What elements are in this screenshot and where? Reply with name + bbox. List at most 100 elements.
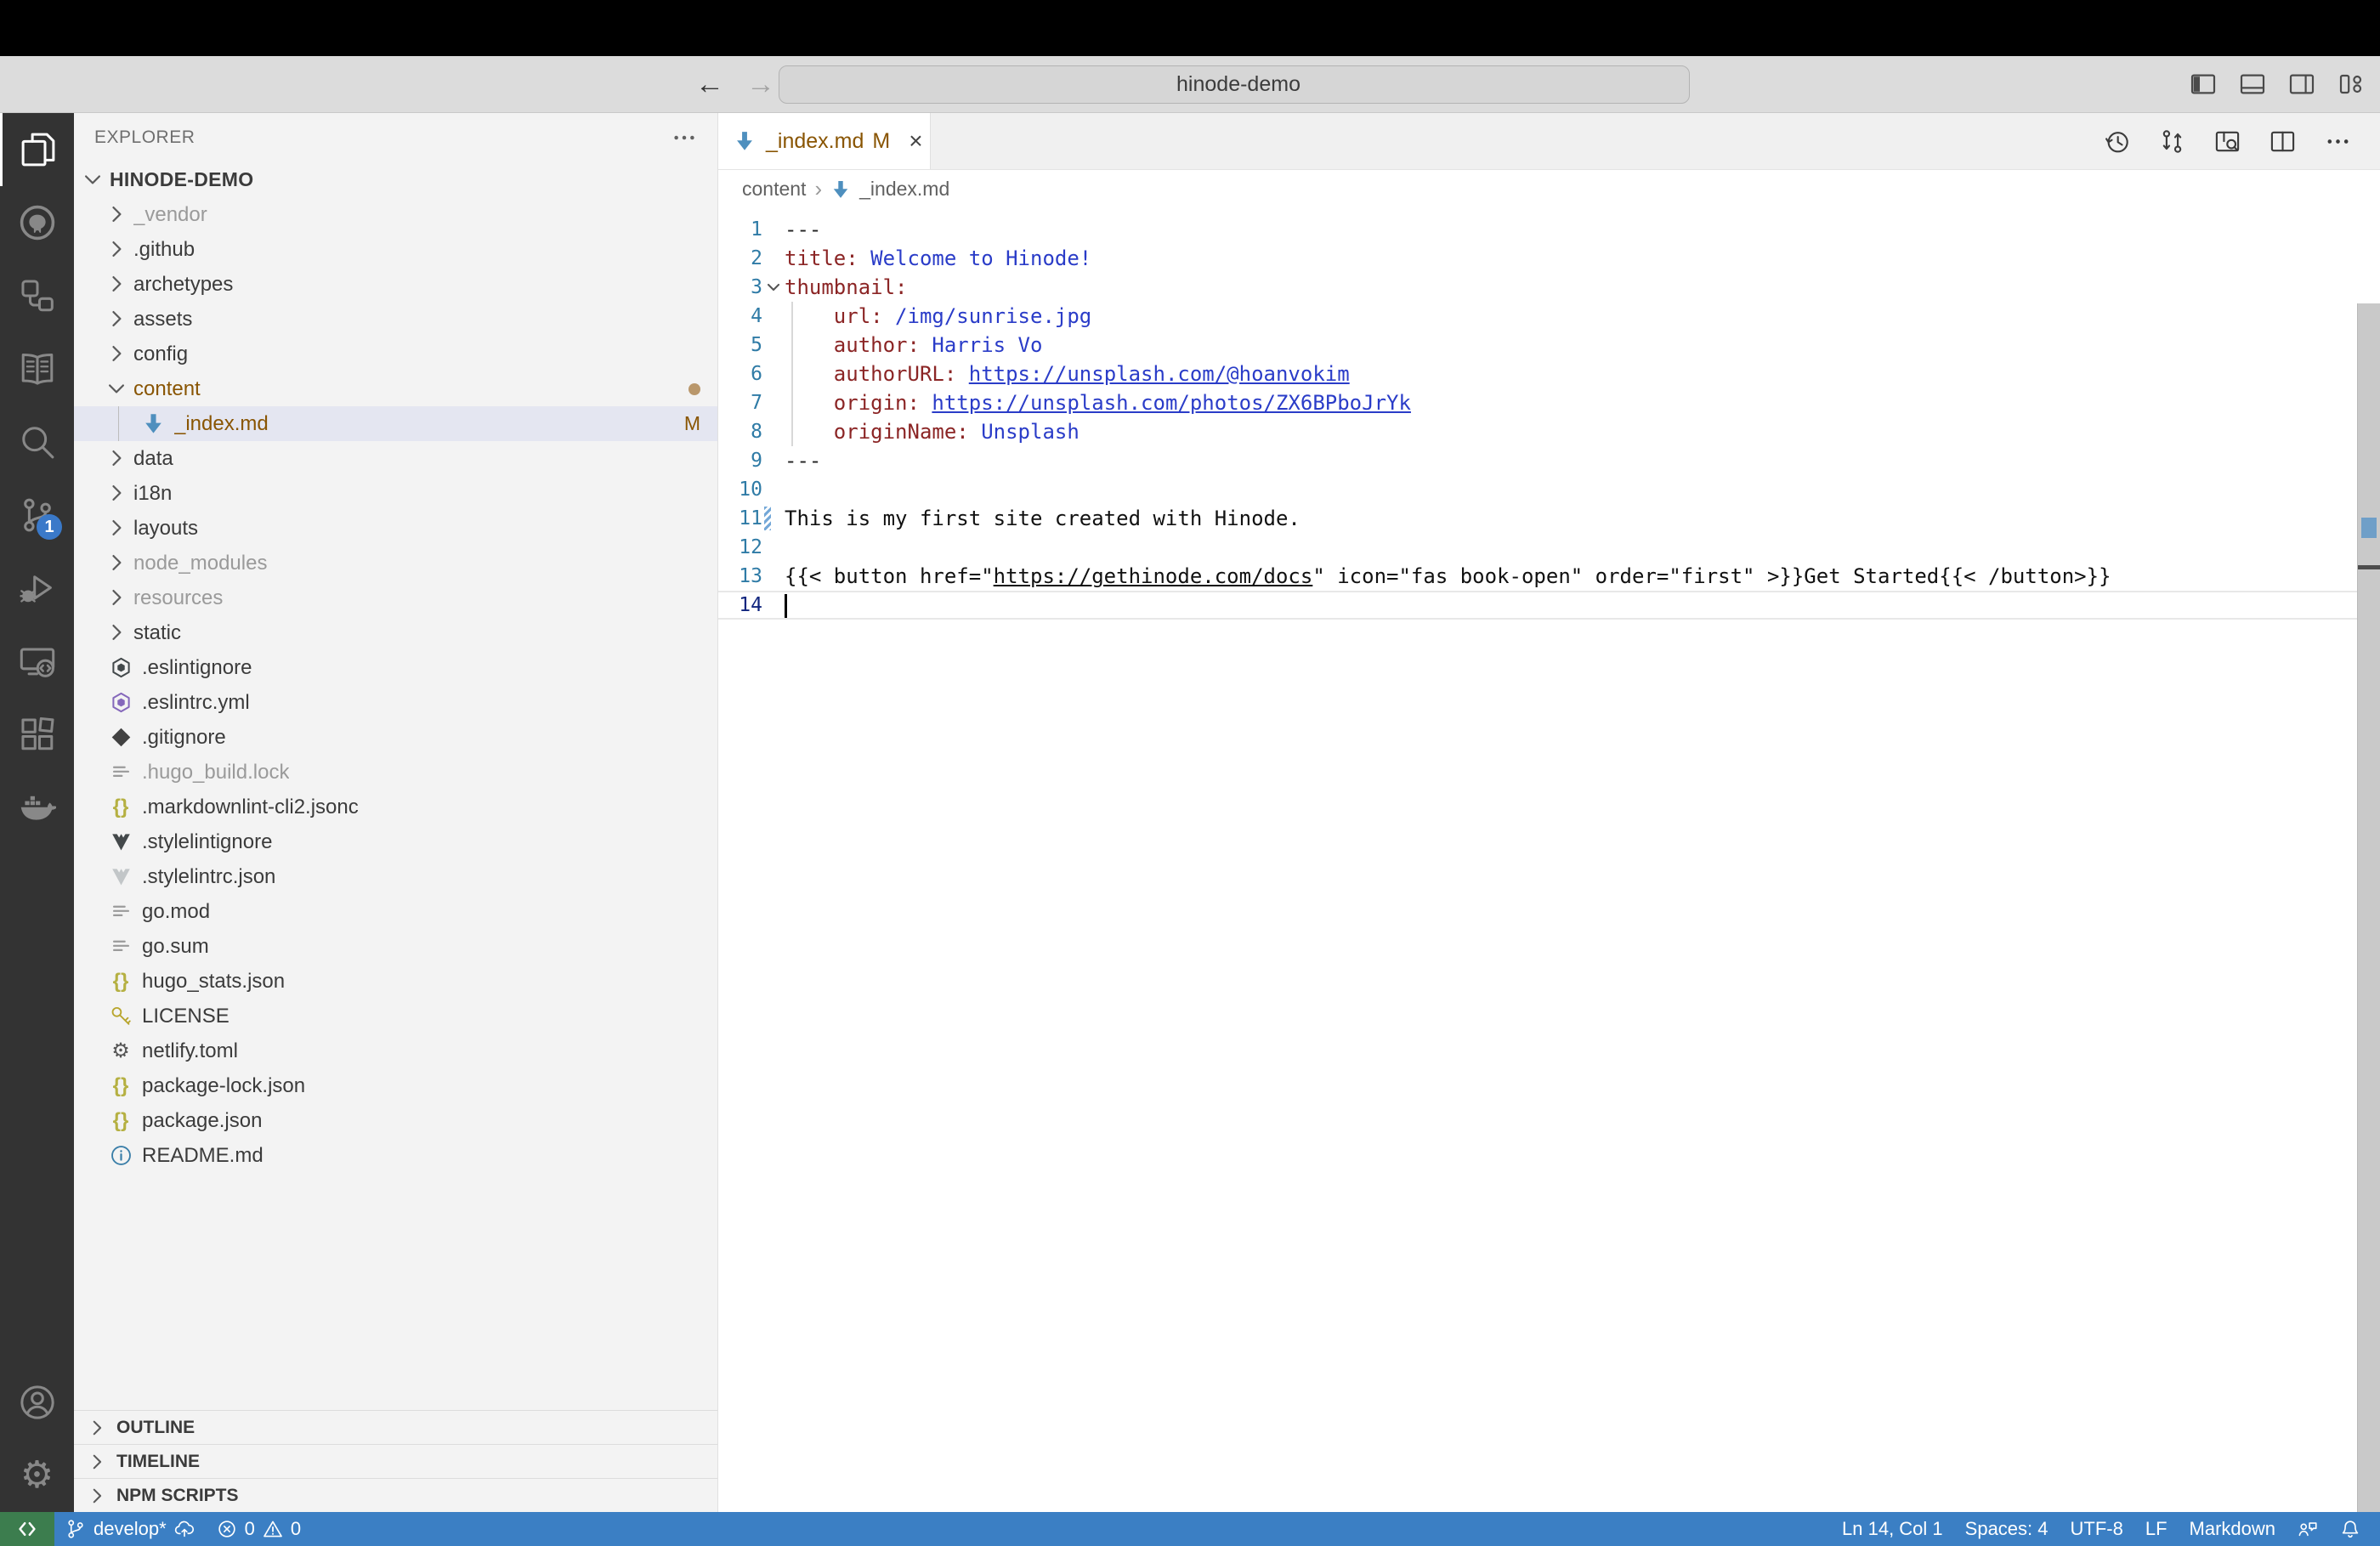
status-problems[interactable]: 00 — [206, 1512, 313, 1546]
activity-settings-button[interactable]: ⚙ — [0, 1439, 74, 1512]
tree-item[interactable]: data — [74, 441, 717, 476]
tree-item[interactable]: resources — [74, 580, 717, 615]
code-line[interactable]: 9 --- — [718, 446, 2380, 475]
more-actions-button[interactable] — [2325, 128, 2351, 155]
panel-npm-scripts[interactable]: NPM SCRIPTS — [74, 1478, 717, 1512]
code-line[interactable]: 11 This is my first site created with Hi… — [718, 504, 2380, 533]
code-editor[interactable]: 1 --- 2 title: Welcome to Hinode! 3 thum… — [718, 208, 2380, 1512]
customize-layout-button[interactable] — [2338, 71, 2365, 98]
activity-docker-button[interactable] — [0, 771, 74, 844]
tree-item[interactable]: assets — [74, 302, 717, 337]
activity-extensions-button[interactable] — [0, 698, 74, 771]
tree-item[interactable]: LICENSE — [74, 999, 717, 1033]
activity-explorer-button[interactable] — [0, 113, 74, 186]
tree-item[interactable]: _index.mdM — [74, 406, 717, 441]
tree-item[interactable]: {}.markdownlint-cli2.jsonc — [74, 790, 717, 824]
split-editor-button[interactable] — [2270, 128, 2296, 155]
nav-back-button[interactable]: ← — [695, 70, 724, 99]
toggle-panel-button[interactable] — [2239, 71, 2266, 98]
code-line[interactable]: 10 — [718, 475, 2380, 504]
gear-glyph-icon: ⚙ — [108, 1041, 133, 1062]
status-cursor-position[interactable]: Ln 14, Col 1 — [1831, 1512, 1954, 1546]
panel-outline[interactable]: OUTLINE — [74, 1410, 717, 1444]
eslint-icon — [108, 656, 133, 679]
nav-forward-button[interactable]: → — [746, 70, 775, 99]
remote-indicator-button[interactable] — [0, 1512, 54, 1546]
tree-item[interactable]: .eslintignore — [74, 650, 717, 685]
activity-run-debug-button[interactable] — [0, 552, 74, 625]
line-number: 10 — [718, 479, 762, 501]
tree-root-folder[interactable]: HINODE-DEMO — [74, 162, 717, 197]
code-line[interactable]: 7 origin: https://unsplash.com/photos/ZX… — [718, 388, 2380, 417]
tree-item[interactable]: archetypes — [74, 267, 717, 302]
tree-item[interactable]: README.md — [74, 1138, 717, 1173]
status-branch-status[interactable]: develop* — [54, 1512, 206, 1546]
tree-item[interactable]: i18n — [74, 476, 717, 511]
github-icon — [19, 204, 56, 241]
tree-item[interactable]: {}package.json — [74, 1103, 717, 1138]
code-line[interactable]: 14 — [718, 591, 2380, 620]
tree-item[interactable]: static — [74, 615, 717, 650]
code-line[interactable]: 6 authorURL: https://unsplash.com/@hoanv… — [718, 360, 2380, 388]
tree-item[interactable]: .hugo_build.lock — [74, 755, 717, 790]
tree-item[interactable]: .stylelintrc.json — [74, 859, 717, 894]
open-changes-button[interactable] — [2159, 128, 2185, 155]
panel-timeline[interactable]: TIMELINE — [74, 1444, 717, 1478]
tab-close-button[interactable]: × — [909, 129, 922, 153]
editor-scrollbar[interactable] — [2357, 303, 2380, 1512]
tree-item[interactable]: content — [74, 371, 717, 406]
activity-github-button[interactable] — [0, 186, 74, 259]
command-center-search[interactable]: hinode-demo — [779, 65, 1690, 104]
tree-item[interactable]: config — [74, 337, 717, 371]
chevron-right-icon — [105, 272, 130, 297]
tree-item[interactable]: go.mod — [74, 894, 717, 929]
activity-remote-explorer-button[interactable] — [0, 625, 74, 698]
breadcrumb[interactable]: content › _index.md — [718, 170, 2380, 208]
code-line[interactable]: 13 {{< button href="https://gethinode.co… — [718, 562, 2380, 591]
git-branch-icon — [65, 1519, 86, 1539]
tree-item[interactable]: .eslintrc.yml — [74, 685, 717, 720]
activity-docs-view-button[interactable] — [0, 332, 74, 405]
toggle-primary-sidebar-button[interactable] — [2190, 71, 2217, 98]
sidebar-title: EXPLORER — [94, 127, 195, 148]
views-and-more-actions-button[interactable] — [672, 125, 697, 150]
code-line[interactable]: 4 url: /img/sunrise.jpg — [718, 302, 2380, 331]
code-line[interactable]: 3 thumbnail: — [718, 273, 2380, 302]
status-indentation[interactable]: Spaces: 4 — [1954, 1512, 2060, 1546]
tree-item[interactable]: .stylelintignore — [74, 824, 717, 859]
tree-item[interactable]: .gitignore — [74, 720, 717, 755]
breadcrumb-separator: › — [814, 176, 822, 202]
code-line[interactable]: 1 --- — [718, 215, 2380, 244]
code-line[interactable]: 8 originName: Unsplash — [718, 417, 2380, 446]
status-language-mode[interactable]: Markdown — [2179, 1512, 2286, 1546]
code-line[interactable]: 12 — [718, 533, 2380, 562]
code-line[interactable]: 5 author: Harris Vo — [718, 331, 2380, 360]
tree-item[interactable]: go.sum — [74, 929, 717, 964]
chevron-right-icon — [86, 1451, 111, 1473]
toggle-secondary-sidebar-button[interactable] — [2288, 71, 2315, 98]
open-preview-button[interactable] — [2214, 128, 2241, 155]
timeline-history-button[interactable] — [2104, 128, 2130, 155]
tree-item[interactable]: _vendor — [74, 197, 717, 232]
activity-source-control-button[interactable]: 1 — [0, 479, 74, 552]
tree-item[interactable]: {}hugo_stats.json — [74, 964, 717, 999]
tree-item[interactable]: layouts — [74, 511, 717, 546]
tree-item[interactable]: node_modules — [74, 546, 717, 580]
breadcrumb-item[interactable]: _index.md — [859, 178, 949, 201]
code-line[interactable]: 2 title: Welcome to Hinode! — [718, 244, 2380, 273]
lines-icon — [108, 935, 133, 958]
chevron-right-icon — [105, 516, 130, 541]
status-encoding[interactable]: UTF-8 — [2060, 1512, 2134, 1546]
tree-item[interactable]: .github — [74, 232, 717, 267]
activity-search-button[interactable] — [0, 405, 74, 479]
activity-references-button[interactable] — [0, 259, 74, 332]
tree-item[interactable]: {}package-lock.json — [74, 1068, 717, 1103]
breadcrumb-item[interactable]: content — [742, 178, 806, 201]
tab-_index.md[interactable]: _index.md M × — [718, 113, 931, 169]
fold-chevron-icon[interactable] — [763, 277, 784, 297]
activity-accounts-button[interactable] — [0, 1366, 74, 1439]
tree-item[interactable]: ⚙netlify.toml — [74, 1033, 717, 1068]
status-notifications[interactable] — [2329, 1512, 2372, 1546]
status-feedback[interactable] — [2286, 1512, 2329, 1546]
status-eol[interactable]: LF — [2134, 1512, 2179, 1546]
